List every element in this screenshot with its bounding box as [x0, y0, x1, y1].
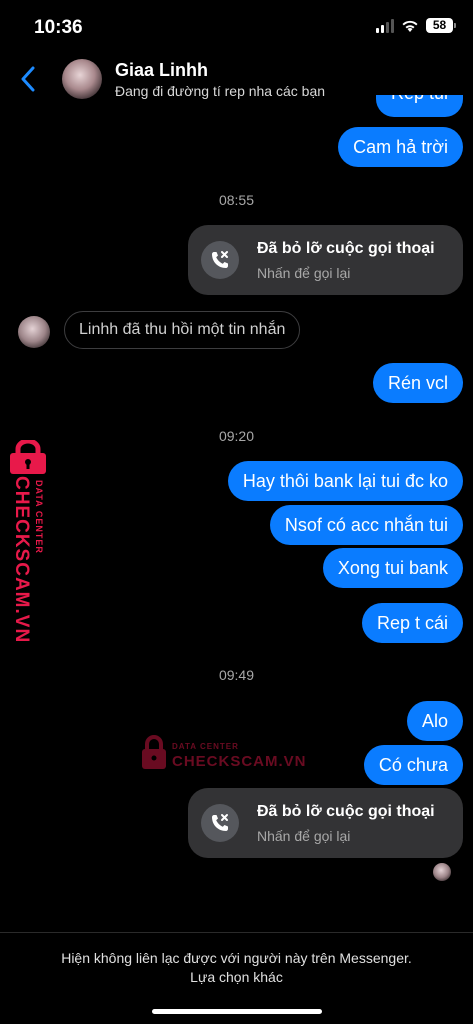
seen-receipt-avatar — [433, 863, 451, 881]
timestamp: 09:49 — [218, 667, 255, 683]
message-bubble[interactable]: Rep t cái — [361, 603, 463, 643]
watermark-center: DATA CENTER CHECKSCAM.VN — [140, 735, 306, 773]
contact-avatar-small[interactable] — [18, 316, 50, 348]
missed-call-card[interactable]: Đã bỏ lỡ cuộc gọi thoại Nhấn để gọi lại — [188, 225, 463, 295]
missed-call-card[interactable]: Đã bỏ lỡ cuộc gọi thoại Nhấn để gọi lại — [188, 788, 463, 858]
contact-status: Đang đi đường tí rep nha các bạn — [115, 83, 326, 99]
missed-call-subtitle: Nhấn để gọi lại — [257, 265, 351, 281]
message-bubble[interactable]: Cam hả trời — [338, 127, 463, 167]
missed-call-title: Đã bỏ lỡ cuộc gọi thoại — [257, 240, 435, 257]
message-bubble[interactable]: Alo — [406, 701, 463, 741]
battery-icon: 58 — [426, 18, 456, 33]
other-options-link[interactable]: Lựa chọn khác — [0, 969, 473, 985]
unavailable-message: Hiện không liên lạc được với người này t… — [61, 950, 412, 966]
status-time: 10:36 — [34, 17, 83, 38]
timestamp: 09:20 — [218, 428, 255, 444]
message-bubble[interactable]: Xong tui bank — [322, 548, 463, 588]
watermark-left: CHECKSCAM.VN DATA CENTER — [4, 440, 52, 644]
contact-name[interactable]: Giaa Linhh — [115, 60, 208, 81]
watermark-brand: CHECKSCAM.VN — [11, 476, 32, 644]
missed-call-subtitle: Nhấn để gọi lại — [257, 828, 351, 844]
status-icons: 58 — [376, 18, 456, 33]
timestamp: 08:55 — [218, 192, 255, 208]
home-indicator[interactable] — [152, 1009, 322, 1014]
status-bar: 10:36 58 — [0, 0, 473, 52]
message-bubble[interactable]: Rén vcl — [372, 363, 463, 403]
watermark-subtitle: DATA CENTER — [34, 480, 44, 554]
wifi-icon — [402, 20, 418, 32]
lock-icon — [142, 735, 166, 769]
missed-call-icon — [201, 804, 239, 842]
watermark-brand: CHECKSCAM.VN — [172, 753, 307, 770]
unsent-message-notice: Linhh đã thu hồi một tin nhắn — [64, 311, 301, 349]
message-bubble-partial[interactable]: Rep tui — [375, 95, 463, 117]
message-bubble[interactable]: Nsof có acc nhắn tui — [269, 505, 463, 545]
cellular-signal-icon — [376, 18, 394, 33]
message-bubble[interactable]: Có chưa — [363, 745, 463, 785]
missed-call-title: Đã bỏ lỡ cuộc gọi thoại — [257, 803, 435, 820]
contact-avatar[interactable] — [62, 59, 102, 99]
watermark-subtitle: DATA CENTER — [172, 742, 239, 751]
back-chevron-icon[interactable] — [20, 66, 36, 92]
message-bubble[interactable]: Hay thôi bank lại tui đc ko — [227, 461, 463, 501]
lock-icon — [10, 440, 46, 474]
missed-call-icon — [201, 241, 239, 279]
